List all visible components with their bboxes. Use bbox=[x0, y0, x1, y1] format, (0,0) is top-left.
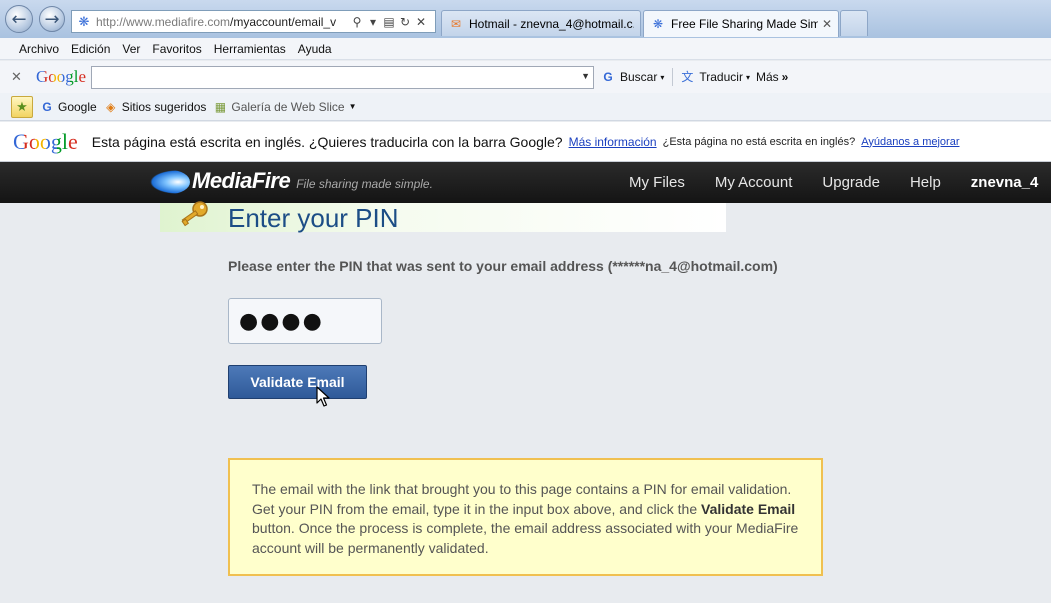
double-chevron-right-icon: » bbox=[781, 70, 789, 84]
buscar-button[interactable]: G Buscar ▾ bbox=[600, 69, 664, 85]
nav-help[interactable]: Help bbox=[910, 174, 941, 191]
browser-title-bar: ← → ❋ http://www.mediafire.com/myaccount… bbox=[0, 0, 1051, 38]
new-tab-button[interactable] bbox=[840, 10, 868, 36]
help-improve-link[interactable]: Ayúdanos a mejorar bbox=[861, 136, 959, 148]
translate-bar: Google Esta página está escrita en inglé… bbox=[0, 122, 1051, 162]
menu-item-favoritos[interactable]: Favoritos bbox=[146, 42, 207, 56]
favorite-google[interactable]: G Google bbox=[39, 99, 96, 115]
page-content: Enter your PIN Please enter the PIN that… bbox=[0, 201, 1051, 603]
google-g-icon: G bbox=[42, 99, 52, 114]
mediafire-header: MediaFire File sharing made simple. My F… bbox=[0, 162, 1051, 203]
key-icon bbox=[181, 201, 208, 227]
nav-upgrade[interactable]: Upgrade bbox=[822, 174, 880, 191]
compatibility-view-icon[interactable]: ▤ bbox=[381, 14, 397, 30]
mediafire-nav: My Files My Account Upgrade Help znevna_… bbox=[629, 162, 1038, 203]
address-url[interactable]: http://www.mediafire.com/myaccount/email… bbox=[96, 15, 349, 29]
not-english-text: ¿Esta página no está escrita en inglés? bbox=[662, 135, 856, 148]
info-text: button. Once the process is complete, th… bbox=[252, 520, 799, 556]
dropdown-arrow-icon[interactable]: ▼ bbox=[581, 71, 590, 81]
menu-item-herramientas[interactable]: Herramientas bbox=[208, 42, 292, 56]
chevron-down-icon: ▾ bbox=[660, 72, 665, 82]
toolbar-divider bbox=[672, 68, 674, 86]
google-toolbar: ✕ Google ▼ G Buscar ▾ 文 Traducir ▾ Más » bbox=[0, 61, 1051, 93]
validate-email-button[interactable]: Validate Email bbox=[228, 365, 367, 399]
chevron-down-icon: ▼ bbox=[348, 102, 357, 111]
dropdown-arrow-icon[interactable]: ▾ bbox=[365, 14, 381, 30]
google-logo: Google bbox=[36, 67, 87, 86]
close-icon[interactable]: ✕ bbox=[11, 70, 29, 85]
mouse-cursor-icon bbox=[316, 386, 330, 407]
tab-title: Hotmail - znevna_4@hotmail.c... bbox=[469, 16, 634, 31]
back-arrow-icon: ← bbox=[11, 8, 27, 30]
translate-message: Esta página está escrita en inglés. ¿Qui… bbox=[91, 133, 563, 150]
favorite-web-slice-gallery[interactable]: ▦ Galería de Web Slice ▼ bbox=[212, 99, 357, 115]
back-button[interactable]: ← bbox=[5, 5, 33, 33]
address-bar[interactable]: ❋ http://www.mediafire.com/myaccount/ema… bbox=[71, 10, 436, 33]
hotmail-icon: ✉ bbox=[450, 16, 462, 31]
menu-bar: Archivo Edición Ver Favoritos Herramient… bbox=[0, 38, 1051, 60]
info-bold-text: Validate Email bbox=[701, 500, 796, 517]
nav-my-account[interactable]: My Account bbox=[715, 174, 793, 191]
menu-item-edicion[interactable]: Edición bbox=[65, 42, 116, 56]
tab-hotmail[interactable]: ✉ Hotmail - znevna_4@hotmail.c... bbox=[441, 10, 641, 36]
favorite-sitios-sugeridos[interactable]: ◈ Sitios sugeridos bbox=[103, 99, 206, 115]
tab-mediafire[interactable]: ❋ Free File Sharing Made Sim... ✕ bbox=[643, 10, 839, 37]
nav-my-files[interactable]: My Files bbox=[629, 174, 685, 191]
suggested-sites-icon: ◈ bbox=[106, 99, 116, 114]
refresh-icon[interactable]: ↻ bbox=[397, 14, 413, 30]
page-title: Enter your PIN bbox=[228, 203, 399, 233]
mediafire-flame-icon bbox=[150, 170, 190, 194]
tab-title: Free File Sharing Made Sim... bbox=[671, 17, 818, 31]
web-slice-icon: ▦ bbox=[214, 99, 227, 114]
chevron-down-icon: ▾ bbox=[745, 72, 750, 82]
close-icon[interactable]: ✕ bbox=[822, 17, 832, 31]
search-icon[interactable]: ⚲ bbox=[349, 14, 365, 30]
translate-icon: 文 bbox=[681, 70, 694, 84]
menu-item-ayuda[interactable]: Ayuda bbox=[292, 42, 338, 56]
forward-arrow-icon: → bbox=[44, 8, 60, 30]
nav-user-account[interactable]: znevna_4 bbox=[971, 174, 1039, 191]
stop-icon[interactable]: ✕ bbox=[413, 14, 429, 30]
google-search-input[interactable]: ▼ bbox=[91, 65, 594, 89]
favorites-bar: ★ G Google ◈ Sitios sugeridos ▦ Galería … bbox=[0, 93, 1051, 121]
mas-button[interactable]: Más » bbox=[756, 70, 788, 84]
traducir-button[interactable]: 文 Traducir ▾ bbox=[679, 69, 750, 85]
forward-button[interactable]: → bbox=[39, 6, 65, 32]
favorites-star-icon[interactable]: ★ bbox=[11, 95, 33, 118]
info-box: The email with the link that brought you… bbox=[228, 458, 823, 576]
menu-item-archivo[interactable]: Archivo bbox=[13, 42, 65, 56]
menu-item-ver[interactable]: Ver bbox=[116, 42, 146, 56]
pin-input[interactable] bbox=[228, 298, 382, 344]
google-logo: Google bbox=[13, 128, 78, 154]
mediafire-logo[interactable]: MediaFire File sharing made simple. bbox=[150, 168, 433, 194]
more-info-link[interactable]: Más información bbox=[569, 135, 657, 149]
mediafire-favicon-icon: ❋ bbox=[652, 17, 664, 31]
mediafire-favicon-icon: ❋ bbox=[78, 13, 90, 29]
tagline: File sharing made simple. bbox=[296, 177, 433, 191]
pin-instruction: Please enter the PIN that was sent to yo… bbox=[228, 258, 778, 274]
google-g-icon: G bbox=[603, 70, 613, 84]
